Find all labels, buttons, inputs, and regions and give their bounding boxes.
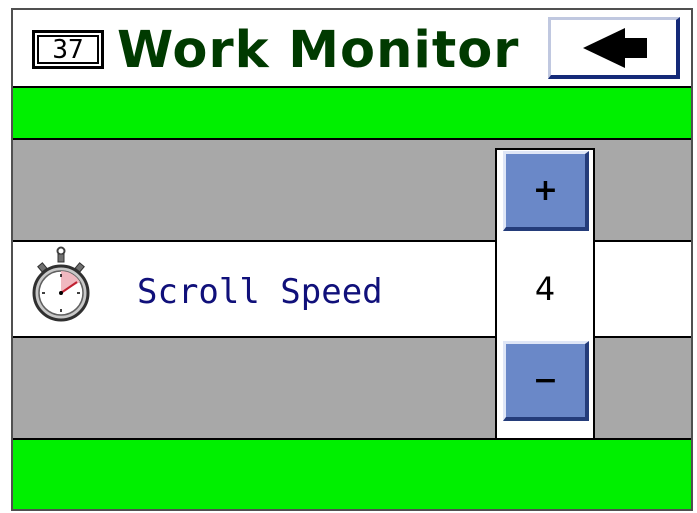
hmi-screen: 37 Work Monitor Scroll Speed + 4 −: [11, 8, 693, 511]
screen-number-box: 37: [32, 30, 104, 69]
increment-button[interactable]: +: [503, 151, 589, 231]
page-title: Work Monitor: [117, 20, 520, 80]
scroll-speed-value: 4: [534, 270, 556, 308]
status-bar-top: [13, 88, 691, 138]
setting-label: Scroll Speed: [137, 272, 383, 312]
divider: [13, 138, 691, 140]
left-arrow-icon: [582, 27, 647, 68]
back-button[interactable]: [548, 17, 680, 79]
stopwatch-icon: [32, 246, 90, 322]
screen-number: 37: [37, 35, 99, 64]
status-bar-bottom: [13, 440, 691, 509]
header-bar: 37 Work Monitor: [13, 10, 691, 88]
decrement-button[interactable]: −: [503, 341, 589, 421]
